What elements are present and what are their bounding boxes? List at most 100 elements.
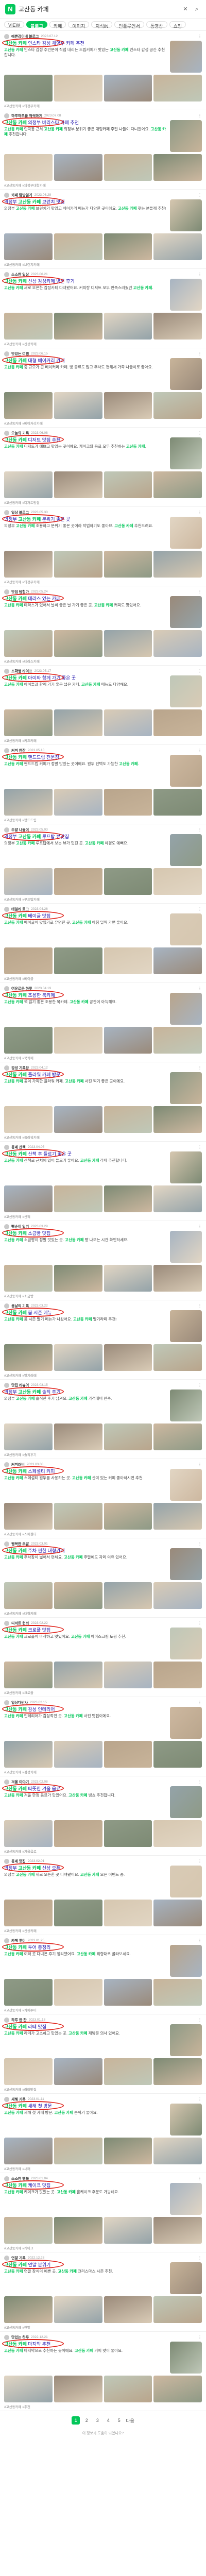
post-tags[interactable]: #고산동카페 #베이글 — [4, 976, 202, 981]
more-icon[interactable]: ⋮ — [198, 1700, 202, 1705]
post-thumbnail[interactable] — [170, 1151, 202, 1183]
post-thumbnail[interactable] — [170, 834, 202, 866]
more-icon[interactable]: ⋮ — [198, 2097, 202, 2102]
post-photo[interactable] — [153, 2296, 202, 2323]
post-photo[interactable] — [54, 1900, 102, 1926]
post-tags[interactable]: #고산동카페 #감성카페 — [4, 1769, 202, 1774]
post-photo[interactable] — [4, 2058, 53, 2085]
post-photo[interactable] — [153, 2217, 202, 2244]
blog-post[interactable]: 예쁜강이네 블로그 2023.07.12 ⋮ 고산동 카페 인스타 감성 채양주 카페… — [0, 31, 206, 110]
post-thumbnail[interactable] — [170, 1786, 202, 1818]
blog-post[interactable]: 맛집 리뷰어 2023.03.15 ⋮ 의정부 고산동 카페 솔직 후기 의정부 고산동… — [0, 1380, 206, 1459]
blog-post[interactable]: 일상 블로그 2023.05.30 ⋮ 의정부 고산동 카페 분위기 좋은 곳 의정부 … — [0, 507, 206, 586]
post-photo[interactable] — [104, 233, 152, 260]
post-thumbnail[interactable] — [170, 358, 202, 390]
post-photo[interactable] — [153, 1185, 202, 1212]
post-photo[interactable] — [104, 1820, 152, 1847]
more-icon[interactable]: ⋮ — [198, 669, 202, 673]
post-tags[interactable]: #고산동카페 #추천 — [4, 2404, 202, 2409]
post-photo[interactable] — [104, 1582, 152, 1609]
post-photo[interactable] — [54, 1979, 102, 2006]
post-tags[interactable]: #고산동카페 #신상카페 — [4, 341, 202, 346]
post-photo[interactable] — [4, 154, 53, 181]
post-photo[interactable] — [104, 947, 152, 974]
post-title[interactable]: 의정부 고산동 카페 루프탑 뷰맛집 — [4, 834, 167, 840]
tab-4[interactable]: 지식iN — [91, 21, 113, 29]
post-tags[interactable]: #고산동카페 #스페셜티 — [4, 1531, 202, 1536]
more-icon[interactable]: ⋮ — [198, 113, 202, 118]
post-thumbnail[interactable] — [170, 1389, 202, 1421]
post-tags[interactable]: #고산동카페 #소금빵 — [4, 1293, 202, 1298]
post-tags[interactable]: #고산동카페 #핸드드립 — [4, 817, 202, 822]
post-author[interactable]: 소확행 라이프 — [11, 669, 32, 674]
post-title[interactable]: 고산동 카페 연말 분위기 — [4, 2262, 167, 2268]
avatar[interactable] — [4, 192, 9, 198]
post-photo[interactable] — [104, 154, 152, 181]
post-title[interactable]: 고산동 카페 산책 후 들르기 좋은 곳 — [4, 1151, 167, 1157]
post-title[interactable]: 고산동 카페 케이크 맛집 — [4, 2183, 167, 2189]
post-author[interactable]: 맛있는 여행 — [11, 351, 29, 357]
more-icon[interactable]: ⋮ — [198, 1541, 202, 1546]
post-photo[interactable] — [104, 1106, 152, 1133]
post-author[interactable]: 빵순이 일기 — [11, 1224, 29, 1229]
post-photo[interactable] — [104, 630, 152, 657]
post-photo[interactable] — [54, 1582, 102, 1609]
post-photo[interactable] — [153, 709, 202, 736]
post-photo[interactable] — [54, 1265, 102, 1292]
blog-post[interactable]: 맛있는 여행 2023.06.15 ⋮ 고산동 카페 대형 베이커리 카페 고산동 카페… — [0, 348, 206, 428]
search-input[interactable]: 고산동 카페 — [19, 5, 178, 13]
post-author[interactable]: 오늘의 기록 — [11, 431, 29, 436]
post-author[interactable]: 연말 기록 — [11, 2256, 26, 2261]
post-photo[interactable] — [4, 1820, 53, 1847]
more-icon[interactable]: ⋮ — [198, 1065, 202, 1070]
post-photo[interactable] — [54, 947, 102, 974]
avatar[interactable] — [4, 1620, 9, 1626]
tab-1[interactable]: 블로그 — [26, 21, 47, 29]
avatar[interactable] — [4, 589, 9, 595]
post-thumbnail[interactable] — [170, 755, 202, 787]
post-tags[interactable]: #고산동카페 #카페투어 — [4, 2007, 202, 2012]
post-thumbnail[interactable] — [170, 120, 202, 152]
post-photo[interactable] — [153, 1741, 202, 1768]
post-photo[interactable] — [104, 75, 152, 101]
more-icon[interactable]: ⋮ — [198, 510, 202, 515]
avatar[interactable] — [4, 33, 9, 39]
avatar[interactable] — [4, 906, 9, 912]
more-icon[interactable]: ⋮ — [198, 272, 202, 277]
more-icon[interactable]: ⋮ — [198, 2018, 202, 2022]
post-thumbnail[interactable] — [170, 279, 202, 311]
avatar[interactable] — [4, 1303, 9, 1309]
post-title[interactable]: 고산동 카페 감성 인테리어 — [4, 1707, 167, 1713]
more-icon[interactable]: ⋮ — [198, 1224, 202, 1229]
post-author[interactable]: 예쁜강이네 블로그 — [11, 34, 39, 39]
avatar[interactable] — [4, 1779, 9, 1785]
post-title[interactable]: 고산동 카페 신상 감성카페 방문 후기 — [4, 279, 167, 284]
post-photo[interactable] — [153, 1900, 202, 1926]
post-thumbnail[interactable] — [170, 1548, 202, 1580]
post-author[interactable]: 커피러버 — [11, 1462, 25, 1467]
post-photo[interactable] — [153, 2138, 202, 2164]
post-tags[interactable]: #고산동카페 #루프탑카페 — [4, 896, 202, 902]
post-photo[interactable] — [104, 1265, 152, 1292]
post-author[interactable]: 새해 기록 — [11, 2097, 26, 2102]
more-icon[interactable]: ⋮ — [198, 1621, 202, 1625]
post-thumbnail[interactable] — [170, 517, 202, 549]
blog-post[interactable]: 새해 기록 2023.01.11 ⋮ 고산동 카페 새해 첫 방문 고산동 카페 새해 … — [0, 2094, 206, 2173]
avatar[interactable] — [4, 2176, 9, 2181]
post-photo[interactable] — [104, 789, 152, 816]
post-tags[interactable]: #고산동카페 #디저트맛집 — [4, 500, 202, 505]
post-thumbnail[interactable] — [170, 2183, 202, 2215]
page-1[interactable]: 1 — [72, 2416, 80, 2425]
post-tags[interactable]: #고산동카페 #케이크 — [4, 2245, 202, 2250]
blog-post[interactable]: 오늘의 기록 2023.06.08 ⋮ 고산동 카페 디저트 맛집 추천 고산동 카페 … — [0, 428, 206, 507]
post-title[interactable]: 고산동 카페 핸드드립 전문점 — [4, 755, 167, 760]
post-thumbnail[interactable] — [170, 2104, 202, 2136]
post-tags[interactable]: #고산동카페 #테라스카페 — [4, 658, 202, 664]
post-tags[interactable]: #고산동카페 #베이커리카페 — [4, 420, 202, 426]
more-icon[interactable]: ⋮ — [198, 748, 202, 753]
post-author[interactable]: 디저트 헌터 — [11, 1621, 29, 1626]
post-photo[interactable] — [153, 75, 202, 101]
post-photo[interactable] — [153, 1979, 202, 2006]
post-photo[interactable] — [153, 1265, 202, 1292]
more-icon[interactable]: ⋮ — [198, 827, 202, 832]
